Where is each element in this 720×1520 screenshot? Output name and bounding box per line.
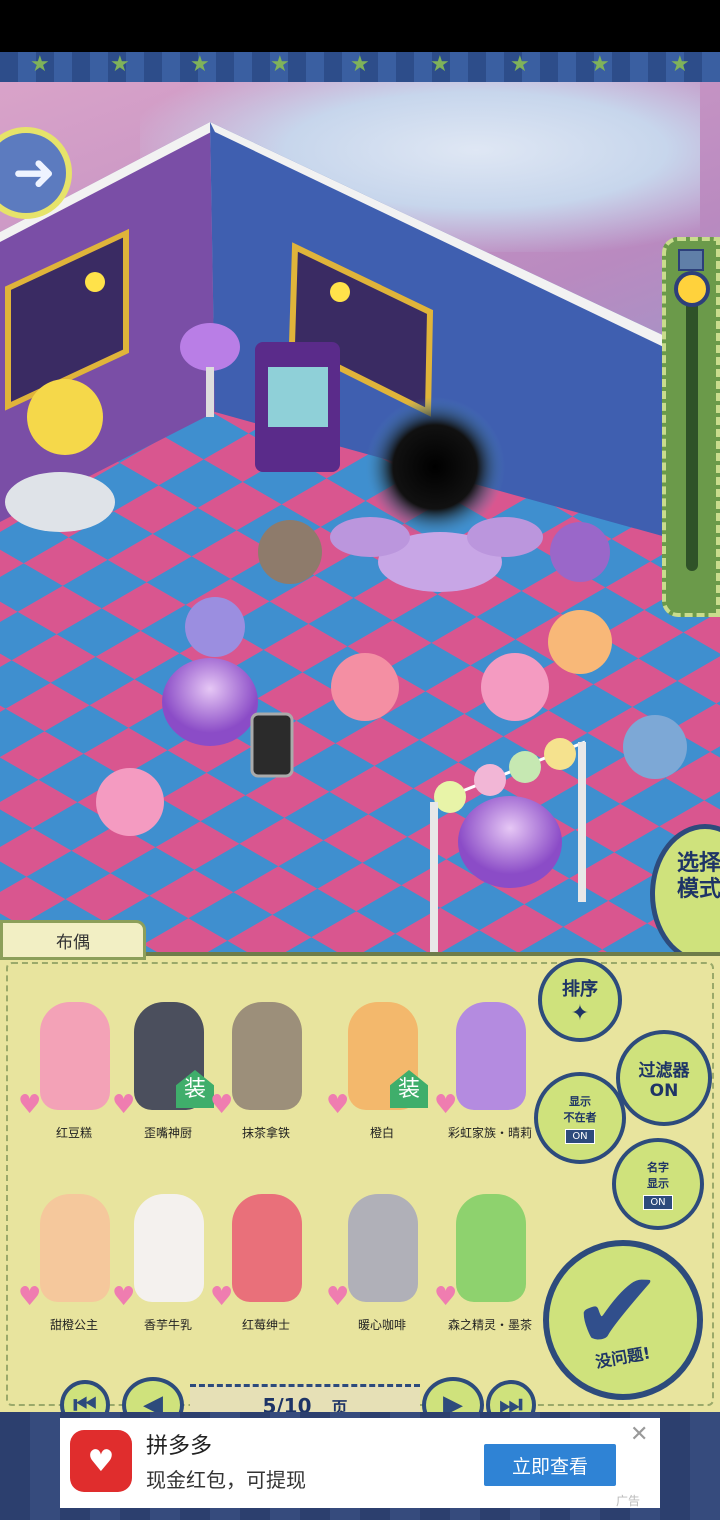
page-unit: 页 (331, 1398, 348, 1412)
show-absent-state: ON (565, 1128, 595, 1144)
room-scene[interactable]: ➜ (0, 82, 720, 962)
heart-icon: ♥ (18, 1282, 42, 1312)
skip-back-icon: ⏮ (73, 1389, 97, 1413)
doll-portrait (456, 1194, 526, 1302)
room-illustration (0, 122, 720, 962)
doll-item[interactable]: ♥ 抹茶拿铁 (210, 992, 320, 1162)
ad-cta-label: 立即查看 (511, 1455, 588, 1478)
sparkle-icon: ✦ (570, 1000, 590, 1026)
doll-portrait (134, 1194, 204, 1302)
ad-banner[interactable]: ♥ 拼多多 现金红包，可提现 立即查看 ✕ 广告 (60, 1418, 660, 1508)
show-names-toggle[interactable]: 名字 显示 ON (612, 1138, 704, 1230)
heart-icon: ♥ (210, 1090, 234, 1120)
ad-logo-icon: ♥ (70, 1430, 132, 1492)
ad-cta-button[interactable]: 立即查看 (484, 1444, 616, 1486)
doll-name: 红莓绅士 (241, 1318, 290, 1332)
doll-portrait (40, 1194, 110, 1302)
heart-icon: ♥ (210, 1282, 234, 1312)
zoom-knob[interactable] (674, 271, 710, 307)
game-screen[interactable]: ★ ★ ★ ★ ★ ★ ★ ★ ★ ➜ 选择模式 布偶 ♥ 红豆糕 ♥ 装 歪嘴… (0, 52, 720, 1412)
ad-title: 拼多多 (146, 1434, 213, 1459)
ad-subtitle: 现金红包，可提现 (146, 1468, 306, 1492)
close-icon[interactable]: ✕ (630, 1422, 648, 1447)
heart-icon: ♥ (112, 1090, 136, 1120)
doll-item[interactable]: ♥ 彩虹家族・晴莉 (434, 992, 544, 1162)
filter-label: 过滤器 ON (638, 1060, 690, 1101)
status-bar (0, 0, 720, 52)
cube-icon (678, 249, 704, 271)
doll-item[interactable]: ♥ 暖心咖啡 (326, 1184, 436, 1354)
heart-icon: ♥ (112, 1282, 136, 1312)
doll-portrait (232, 1002, 302, 1110)
heart-icon: ♥ (326, 1090, 350, 1120)
doll-name: 彩虹家族・晴莉 (447, 1126, 532, 1140)
sort-label: 排序 (562, 978, 598, 1000)
prev-page-button[interactable]: ◀ (122, 1377, 184, 1412)
show-absent-toggle[interactable]: 显示 不在者 ON (534, 1072, 626, 1164)
ad-label: 广告 (616, 1494, 641, 1508)
heart-icon: ♥ (18, 1090, 42, 1120)
doll-name: 暖心咖啡 (357, 1318, 406, 1332)
doll-item[interactable]: ♥ 红莓绅士 (210, 1184, 320, 1354)
arrow-left-icon: ◀ (143, 1390, 163, 1412)
skip-forward-icon: ⏭ (499, 1389, 523, 1413)
sort-button[interactable]: 排序 ✦ (538, 958, 622, 1042)
doll-item[interactable]: ♥ 森之精灵・墨茶 (434, 1184, 544, 1354)
doll-name: 森之精灵・墨茶 (447, 1318, 532, 1332)
page-indicator: 5/10 页 (190, 1384, 420, 1412)
doll-item[interactable]: ♥ 装 橙白 (326, 992, 436, 1162)
doll-portrait (456, 1002, 526, 1110)
confirm-button[interactable]: ✔ 没问题! (543, 1240, 703, 1400)
panel-tab-dolls[interactable]: 布偶 (0, 920, 146, 960)
show-names-label: 名字 显示 (647, 1160, 669, 1190)
show-absent-label: 显示 不在者 (563, 1094, 597, 1124)
filter-button[interactable]: 过滤器 ON (616, 1030, 712, 1126)
heart-icon: ♥ (434, 1282, 458, 1312)
last-page-button[interactable]: ⏭ (486, 1380, 536, 1412)
heart-icon: ♥ (434, 1090, 458, 1120)
doll-portrait (348, 1194, 418, 1302)
arrow-right-icon: ▶ (443, 1390, 463, 1412)
zoom-slider[interactable] (662, 237, 720, 617)
next-page-button[interactable]: ▶ (422, 1377, 484, 1412)
doll-portrait (40, 1002, 110, 1110)
heart-icon: ♥ (326, 1282, 350, 1312)
show-names-state: ON (643, 1194, 673, 1210)
page-number: 5/10 (262, 1394, 312, 1412)
doll-name: 橙白 (369, 1126, 394, 1140)
zoom-track[interactable] (686, 281, 698, 571)
first-page-button[interactable]: ⏮ (60, 1380, 110, 1412)
select-mode-label: 选择模式 (676, 851, 720, 902)
star-trim: ★ ★ ★ ★ ★ ★ ★ ★ ★ (0, 52, 720, 82)
arrow-right-icon: ➜ (12, 143, 56, 203)
doll-name: 抹茶拿铁 (241, 1126, 290, 1140)
pagination: ⏮ ◀ 5/10 页 ▶ ⏭ (60, 1370, 540, 1412)
panel-tab-label: 布偶 (56, 932, 90, 953)
doll-portrait (232, 1194, 302, 1302)
